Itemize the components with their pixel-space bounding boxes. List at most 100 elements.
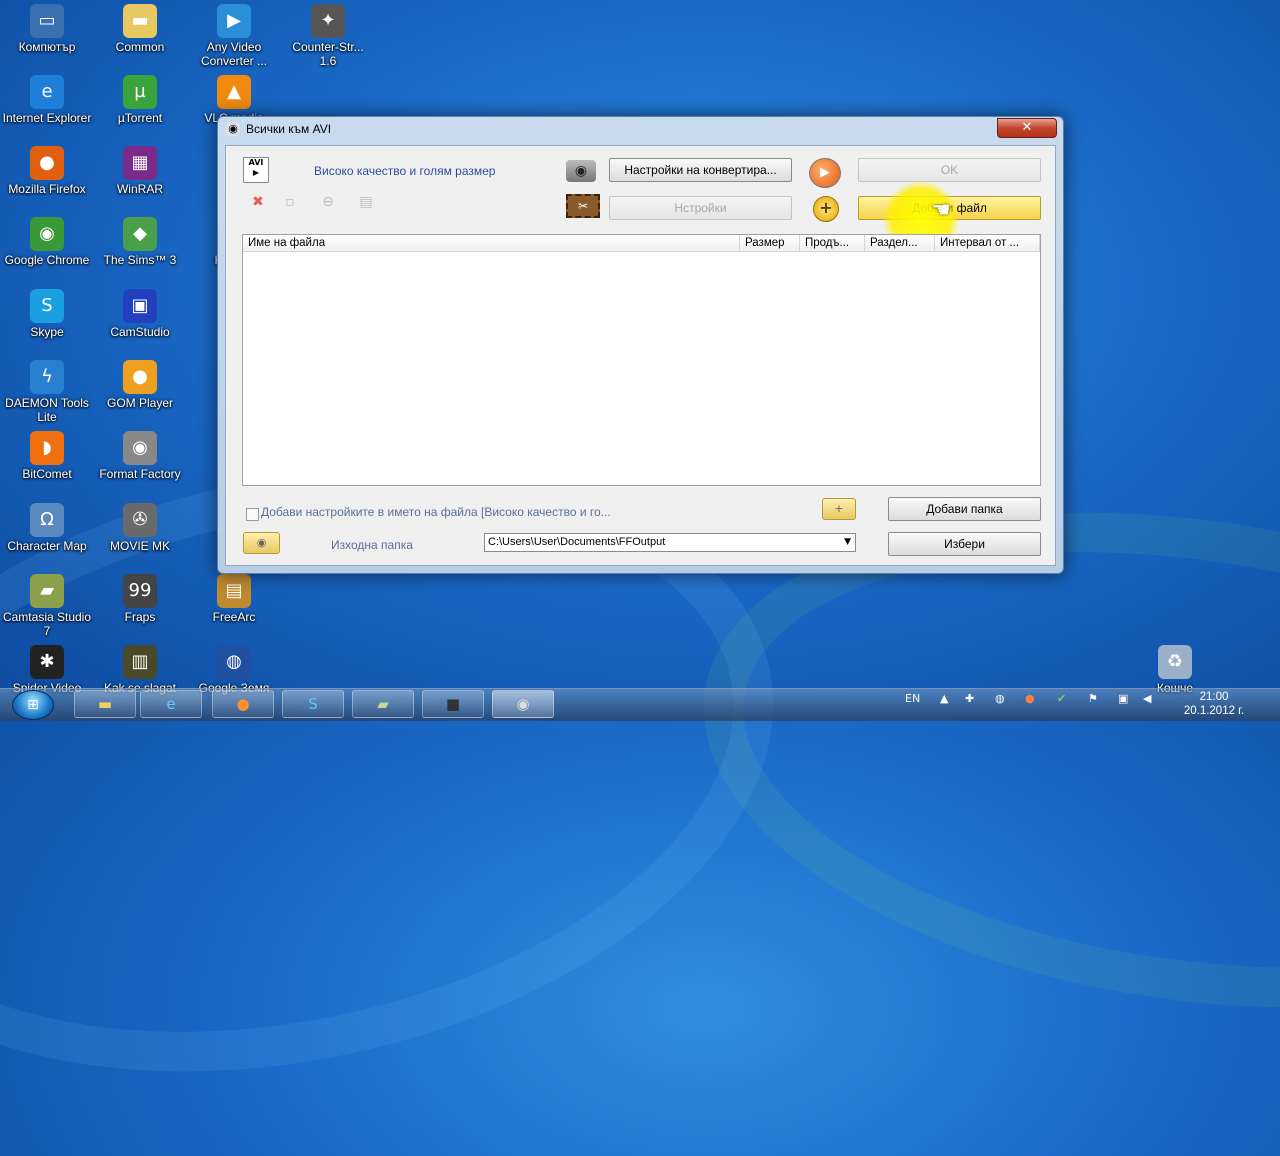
output-folder-icon[interactable]: ◉	[243, 532, 280, 554]
desktop-icon[interactable]: S Skype	[2, 289, 92, 339]
chevron-down-icon[interactable]: ▼	[844, 534, 851, 551]
format-factory-icon: ◉	[516, 695, 530, 713]
column-header-filename[interactable]: Име на файла	[243, 235, 740, 251]
column-header-interval[interactable]: Интервал от ...	[935, 235, 1040, 251]
desktop-icon-label: BitComet	[22, 467, 72, 481]
sims-icon: ◆	[123, 217, 157, 251]
desktop-icon[interactable]: ● Mozilla Firefox	[2, 146, 92, 196]
desktop-icon-label: CamStudio	[110, 325, 170, 339]
tray-network-app-icon[interactable]: ◍	[995, 692, 1005, 705]
ok-button[interactable]: OK	[858, 158, 1041, 182]
desktop-icon-label: Google Chrome	[4, 253, 90, 267]
bitcomet-icon: ◗	[30, 431, 64, 465]
desktop-icon[interactable]: ϟ DAEMON Tools Lite	[2, 360, 92, 424]
freearc-icon: ▤	[217, 574, 251, 608]
tray-firefox-icon[interactable]: ●	[1025, 692, 1035, 705]
desktop-icon[interactable]: e Internet Explorer	[2, 75, 92, 125]
taskbar-ie-button[interactable]: e	[140, 690, 202, 718]
clear-icon[interactable]: ▫	[281, 193, 299, 211]
settings-button[interactable]: Нстройки	[609, 196, 792, 220]
desktop-icon[interactable]: ▰ Camtasia Studio 7	[2, 574, 92, 638]
desktop-icon-label: Format Factory	[99, 467, 181, 481]
desktop-icon-label: Counter-Str... 1.6	[292, 40, 364, 68]
tray-app-icon[interactable]: ✚	[965, 692, 974, 705]
desktop-icon[interactable]: µ µTorrent	[95, 75, 185, 125]
taskbar-explorer-button[interactable]: ▬	[74, 690, 136, 718]
desktop-icon-label: µTorrent	[117, 111, 163, 125]
window-title: Всички към AVI	[246, 122, 332, 136]
tray-network-icon[interactable]: ▣	[1118, 692, 1128, 705]
browse-button[interactable]: Избери	[888, 532, 1041, 556]
taskbar-camera-button[interactable]: ■	[422, 690, 484, 718]
column-header-duration[interactable]: Продъ...	[800, 235, 865, 251]
start-convert-icon[interactable]: ▶	[809, 158, 841, 188]
remove-icon[interactable]: ✖	[249, 193, 267, 211]
taskbar-firefox-button[interactable]: ●	[212, 690, 274, 718]
movie-maker-icon: ✇	[123, 503, 157, 537]
taskbar-format-factory-button[interactable]: ◉	[492, 690, 554, 718]
desktop-icon[interactable]: ▬ Common	[95, 4, 185, 54]
desktop-icon[interactable]: ▦ WinRAR	[95, 146, 185, 196]
all-to-avi-window: ◉ Всички към AVI ✕ AVI ▶ Високо качество …	[217, 116, 1064, 574]
camtasia-icon: ▰	[377, 695, 389, 713]
spider-icon: ✱	[30, 645, 64, 679]
desktop-icon[interactable]: ✦ Counter-Str... 1.6	[283, 4, 373, 68]
desktop-icon[interactable]: ● GOM Player	[95, 360, 185, 410]
file-list[interactable]: Име на файла Размер Продъ... Раздел... И…	[242, 234, 1041, 486]
desktop-icon-label: Character Map	[7, 539, 87, 553]
desktop-icon-label: MOVIE MK	[109, 539, 170, 553]
tray-flag-icon[interactable]: ⚑	[1088, 692, 1098, 705]
camtasia-icon: ▰	[30, 574, 64, 608]
desktop-icon-label: Skype	[30, 325, 64, 339]
computer-icon: ▭	[30, 4, 64, 38]
window-titlebar[interactable]: ◉ Всички към AVI	[218, 117, 1063, 141]
taskbar-camtasia-button[interactable]: ▰	[352, 690, 414, 718]
tray-chat-icon[interactable]: ✔	[1057, 692, 1066, 705]
add-folder-button[interactable]: Добави папка	[888, 497, 1041, 521]
tray-volume-icon[interactable]: ◀	[1143, 692, 1151, 705]
desktop-icon[interactable]: ▭ Компютър	[2, 4, 92, 54]
desktop-icon[interactable]: Ω Character Map	[2, 503, 92, 553]
skype-icon: S	[308, 695, 318, 713]
file-list-header: Име на файла Размер Продъ... Раздел... И…	[243, 235, 1040, 252]
close-button[interactable]: ✕	[997, 118, 1057, 138]
start-button[interactable]: ⊞	[12, 690, 54, 720]
desktop-icon[interactable]: 99 Fraps	[95, 574, 185, 624]
daemon-tools-icon: ϟ	[30, 360, 64, 394]
fraps-icon: 99	[123, 574, 157, 608]
video-file-icon: ▥	[123, 645, 157, 679]
output-path-value: C:\Users\User\Documents\FFOutput	[488, 536, 666, 548]
google-earth-icon: ◍	[217, 645, 251, 679]
desktop-icon[interactable]: ▤ FreeArc	[189, 574, 279, 624]
output-path-select[interactable]: C:\Users\User\Documents\FFOutput ▼	[484, 533, 856, 552]
folder-icon: ▬	[97, 695, 113, 713]
clock-time: 21:00	[1199, 691, 1229, 703]
desktop-icon-label: Camtasia Studio 7	[2, 610, 92, 638]
ie-icon: e	[30, 75, 64, 109]
add-settings-to-filename-checkbox[interactable]	[246, 508, 259, 521]
profile-label: Високо качество и голям размер	[314, 164, 496, 178]
desktop-icon[interactable]: ◉ Google Chrome	[2, 217, 92, 267]
desktop-icon[interactable]: ◉ Format Factory	[95, 431, 185, 481]
desktop-icon-label: GOM Player	[106, 396, 173, 410]
column-header-split[interactable]: Раздел...	[865, 235, 935, 251]
desktop-icon-label: Common	[115, 40, 165, 54]
language-indicator[interactable]: EN	[905, 692, 920, 705]
vlc-icon: ▲	[217, 75, 251, 109]
desktop-icon-label: Mozilla Firefox	[8, 182, 86, 196]
desktop-icon[interactable]: ◆ The Sims™ 3	[95, 217, 185, 267]
desktop-icon[interactable]: ✇ MOVIE MK	[95, 503, 185, 553]
desktop-icon[interactable]: ▶ Any Video Converter ...	[189, 4, 279, 68]
column-header-size[interactable]: Размер	[740, 235, 800, 251]
taskbar-clock[interactable]: 21:00 20.1.2012 г.	[1168, 690, 1260, 718]
tray-show-hidden-icon[interactable]: ▲	[940, 692, 948, 705]
desktop-icon[interactable]: ◗ BitComet	[2, 431, 92, 481]
convert-settings-button[interactable]: Настройки на конвертира...	[609, 158, 792, 182]
desktop-icon[interactable]: ▣ CamStudio	[95, 289, 185, 339]
play-preview-icon[interactable]: ⊖	[319, 193, 337, 211]
utorrent-icon: µ	[123, 75, 157, 109]
taskbar-skype-button[interactable]: S	[282, 690, 344, 718]
add-folder-icon: +	[822, 498, 856, 520]
recycle-bin-icon: ♻	[1158, 645, 1192, 679]
media-info-icon[interactable]: ▤	[357, 193, 375, 211]
